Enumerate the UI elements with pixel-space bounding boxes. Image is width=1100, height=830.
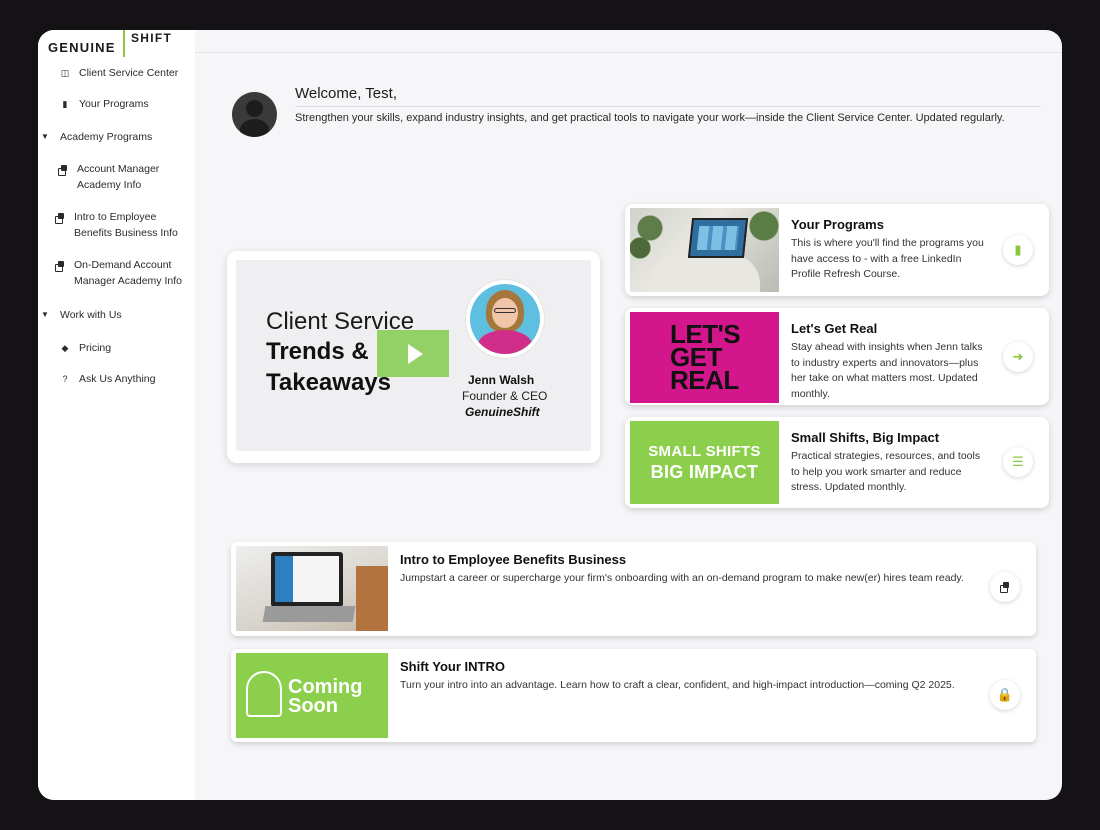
play-icon (407, 343, 423, 364)
sidebar-item-label: Ask Us Anything (79, 373, 156, 385)
sign-in-icon[interactable]: ➜ (1003, 342, 1033, 372)
video-title-line2: Trends & (266, 338, 369, 365)
book-icon[interactable]: ▮ (1003, 235, 1033, 265)
card-lets-get-real[interactable]: LET'S GET REAL Let's Get Real Stay ahead… (625, 308, 1049, 405)
stack-icon (56, 161, 70, 180)
caret-down-icon: ▼ (41, 132, 49, 141)
sidebar-group-academy-programs[interactable]: ▼ Academy Programs (41, 129, 152, 145)
card-image-small-shifts: SMALL SHIFTS BIG IMPACT (630, 421, 779, 504)
video-card[interactable]: Client Service Trends & Takeaways Jenn W… (227, 251, 600, 463)
speaker-portrait (466, 280, 544, 358)
card-image-text: Soon (288, 695, 338, 717)
sidebar-item-label: Work with Us (60, 309, 122, 321)
book-icon: ▮ (62, 99, 68, 109)
card-image-coming-soon: Coming Soon (236, 653, 388, 738)
card-image-lets-get-real: LET'S GET REAL (630, 312, 779, 403)
card-image-laptop (236, 546, 388, 631)
sidebar-item-pricing[interactable]: ◆ Pricing (58, 340, 112, 356)
video-title-line3: Takeaways (266, 369, 391, 396)
sidebar-item-label: Pricing (79, 342, 112, 354)
welcome-divider (295, 106, 1041, 107)
card-description: Stay ahead with insights when Jenn talks… (791, 341, 983, 400)
card-image-text: REAL (670, 365, 739, 395)
card-description: Jumpstart a career or supercharge your f… (400, 572, 964, 584)
logo-word-shift: SHIFT (131, 31, 173, 45)
sidebar-item-client-service-center[interactable]: ◫ Client Service Center (58, 65, 178, 81)
sidebar-item-on-demand-academy[interactable]: On-Demand Account Manager Academy Info (53, 257, 193, 289)
stack-icon (53, 257, 67, 276)
sidebar-item-your-programs[interactable]: ▮ Your Programs (58, 96, 149, 112)
avatar[interactable] (232, 92, 277, 137)
card-title: Your Programs (791, 217, 884, 232)
table-icon: ◫ (60, 68, 70, 78)
card-image-text: BIG IMPACT (650, 461, 759, 482)
card-title: Let's Get Real (791, 321, 878, 336)
sidebar-item-account-manager-academy[interactable]: Account Manager Academy Info (56, 161, 186, 193)
welcome-title: Welcome, Test, (295, 85, 397, 102)
caret-down-icon: ▼ (41, 310, 49, 319)
sidebar-item-label: Intro to Employee Benefits Business Info (74, 211, 178, 239)
sidebar-item-label: Your Programs (79, 98, 149, 110)
tag-icon: ◆ (61, 343, 69, 353)
question-icon: ? (62, 374, 68, 384)
card-image-text: SMALL SHIFTS (648, 442, 761, 460)
sidebar: GENUINE SHIFT ◫ Client Service Center ▮ … (38, 30, 195, 800)
speaker-title: Founder & CEO (462, 389, 548, 403)
card-your-programs[interactable]: Your Programs This is where you'll find … (625, 204, 1049, 296)
speaker-name: Jenn Walsh (468, 373, 535, 387)
card-title: Shift Your INTRO (400, 659, 505, 674)
card-description: This is where you'll find the programs y… (791, 237, 984, 280)
video-thumbnail: Client Service Trends & Takeaways Jenn W… (236, 260, 591, 451)
avatar-head (246, 100, 263, 117)
checklist-icon[interactable]: ☰ (1003, 447, 1033, 477)
sidebar-item-label: Academy Programs (60, 131, 153, 143)
card-title: Small Shifts, Big Impact (791, 430, 940, 445)
card-intro-employee-benefits[interactable]: Intro to Employee Benefits Business Jump… (231, 542, 1036, 636)
card-shift-your-intro[interactable]: Coming Soon Shift Your INTRO Turn your i… (231, 649, 1036, 742)
speaker-company: GenuineShift (465, 405, 540, 419)
sidebar-item-label: Client Service Center (79, 67, 179, 79)
card-description: Turn your intro into an advantage. Learn… (400, 679, 955, 691)
welcome-text: Strengthen your skills, expand industry … (295, 112, 1005, 124)
lock-icon[interactable]: 🔒 (990, 680, 1020, 710)
sidebar-item-label: Account Manager Academy Info (77, 163, 160, 191)
card-title: Intro to Employee Benefits Business (400, 552, 627, 567)
sidebar-item-intro-employee-benefits[interactable]: Intro to Employee Benefits Business Info (53, 209, 193, 241)
sidebar-group-work-with-us[interactable]: ▼ Work with Us (41, 307, 122, 323)
card-small-shifts[interactable]: SMALL SHIFTS BIG IMPACT Small Shifts, Bi… (625, 417, 1049, 508)
logo[interactable]: GENUINE SHIFT (48, 30, 188, 58)
play-button[interactable] (377, 330, 449, 377)
top-divider (195, 52, 1062, 53)
app-window: GENUINE SHIFT ◫ Client Service Center ▮ … (38, 30, 1062, 800)
logo-word-genuine: GENUINE (48, 40, 116, 55)
stack-icon (53, 209, 67, 228)
stack-icon[interactable] (990, 572, 1020, 602)
card-description: Practical strategies, resources, and too… (791, 450, 981, 493)
sidebar-item-label: On-Demand Account Manager Academy Info (74, 259, 182, 287)
card-image-laptop (630, 208, 779, 292)
sidebar-item-ask-us-anything[interactable]: ? Ask Us Anything (58, 371, 155, 387)
figure-icon (246, 671, 282, 717)
avatar-body (240, 119, 269, 137)
logo-divider (123, 30, 125, 57)
